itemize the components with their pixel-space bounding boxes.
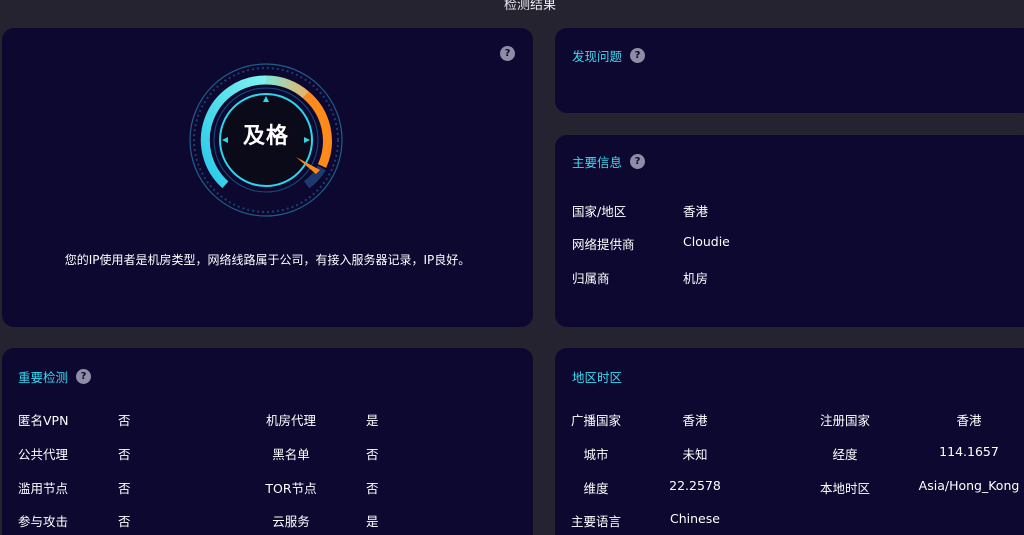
check-label: 滥用节点 xyxy=(18,481,69,496)
main-info-title: 主要信息 xyxy=(572,155,623,170)
main-info-header: 主要信息 ? xyxy=(572,152,646,171)
check-label: TOR节点 xyxy=(265,481,317,496)
region-label: 经度 xyxy=(832,447,858,462)
check-value: 是 xyxy=(366,413,379,428)
region-title: 地区时区 xyxy=(572,370,623,385)
region-header: 地区时区 xyxy=(572,367,622,386)
region-card: 地区时区 广播国家 香港 注册国家 香港 城市 未知 经度 114.1657 维… xyxy=(555,348,1024,535)
check-value: 是 xyxy=(366,514,379,529)
info-label: 归属商 xyxy=(572,271,610,286)
score-card: ? 及格 您的IP使用者是机房类型，网络线路属于公司，有接入服务器记录，IP良好… xyxy=(2,28,533,327)
gauge-arc-top xyxy=(265,75,309,99)
score-label: 及格 xyxy=(242,124,289,149)
check-label: 机房代理 xyxy=(265,413,316,428)
check-label: 参与攻击 xyxy=(18,514,69,529)
region-label: 本地时区 xyxy=(819,481,870,496)
region-value: 22.2578 xyxy=(669,478,721,493)
check-value: 否 xyxy=(118,447,131,462)
checks-header: 重要检测 ? xyxy=(18,367,92,386)
info-label: 国家/地区 xyxy=(572,204,627,219)
check-value: 否 xyxy=(118,413,131,428)
help-icon[interactable]: ? xyxy=(630,154,646,169)
info-value: 香港 xyxy=(683,204,709,219)
region-value: 香港 xyxy=(682,413,708,428)
region-value: 香港 xyxy=(956,413,982,428)
issues-card: 发现问题 ? xyxy=(555,28,1024,113)
score-summary: 您的IP使用者是机房类型，网络线路属于公司，有接入服务器记录，IP良好。 xyxy=(64,253,471,267)
region-label: 主要语言 xyxy=(570,514,621,529)
region-label: 广播国家 xyxy=(570,413,621,428)
main-info-card: 主要信息 ? 国家/地区 香港 网络提供商 Cloudie 归属商 机房 xyxy=(555,135,1024,327)
check-label: 匿名VPN xyxy=(18,413,69,428)
help-icon[interactable]: ? xyxy=(630,48,646,63)
check-label: 云服务 xyxy=(272,514,310,529)
region-value: 114.1657 xyxy=(939,444,999,459)
info-value: 机房 xyxy=(683,271,709,286)
region-value: Asia/Hong_Kong xyxy=(918,478,1020,493)
region-label: 城市 xyxy=(583,447,609,462)
check-value: 否 xyxy=(366,481,379,496)
issues-title: 发现问题 xyxy=(572,49,623,64)
check-value: 否 xyxy=(118,481,131,496)
region-label: 维度 xyxy=(583,481,609,496)
help-icon[interactable]: ? xyxy=(76,369,92,384)
check-value: 否 xyxy=(118,514,131,529)
checks-card: 重要检测 ? 匿名VPN 否 机房代理 是 公共代理 否 黑名单 否 滥用节点 … xyxy=(2,348,533,535)
check-value: 否 xyxy=(366,447,379,462)
region-value: Chinese xyxy=(670,511,720,526)
info-label: 网络提供商 xyxy=(572,237,635,252)
help-icon[interactable]: ? xyxy=(500,46,515,61)
issues-header: 发现问题 ? xyxy=(572,46,646,65)
region-value: 未知 xyxy=(682,447,708,462)
check-label: 公共代理 xyxy=(18,447,69,462)
info-value: Cloudie xyxy=(683,234,730,249)
checks-title: 重要检测 xyxy=(18,370,69,385)
check-label: 黑名单 xyxy=(272,447,310,462)
region-label: 注册国家 xyxy=(819,413,870,428)
page-title: 检测结果 xyxy=(503,0,556,13)
